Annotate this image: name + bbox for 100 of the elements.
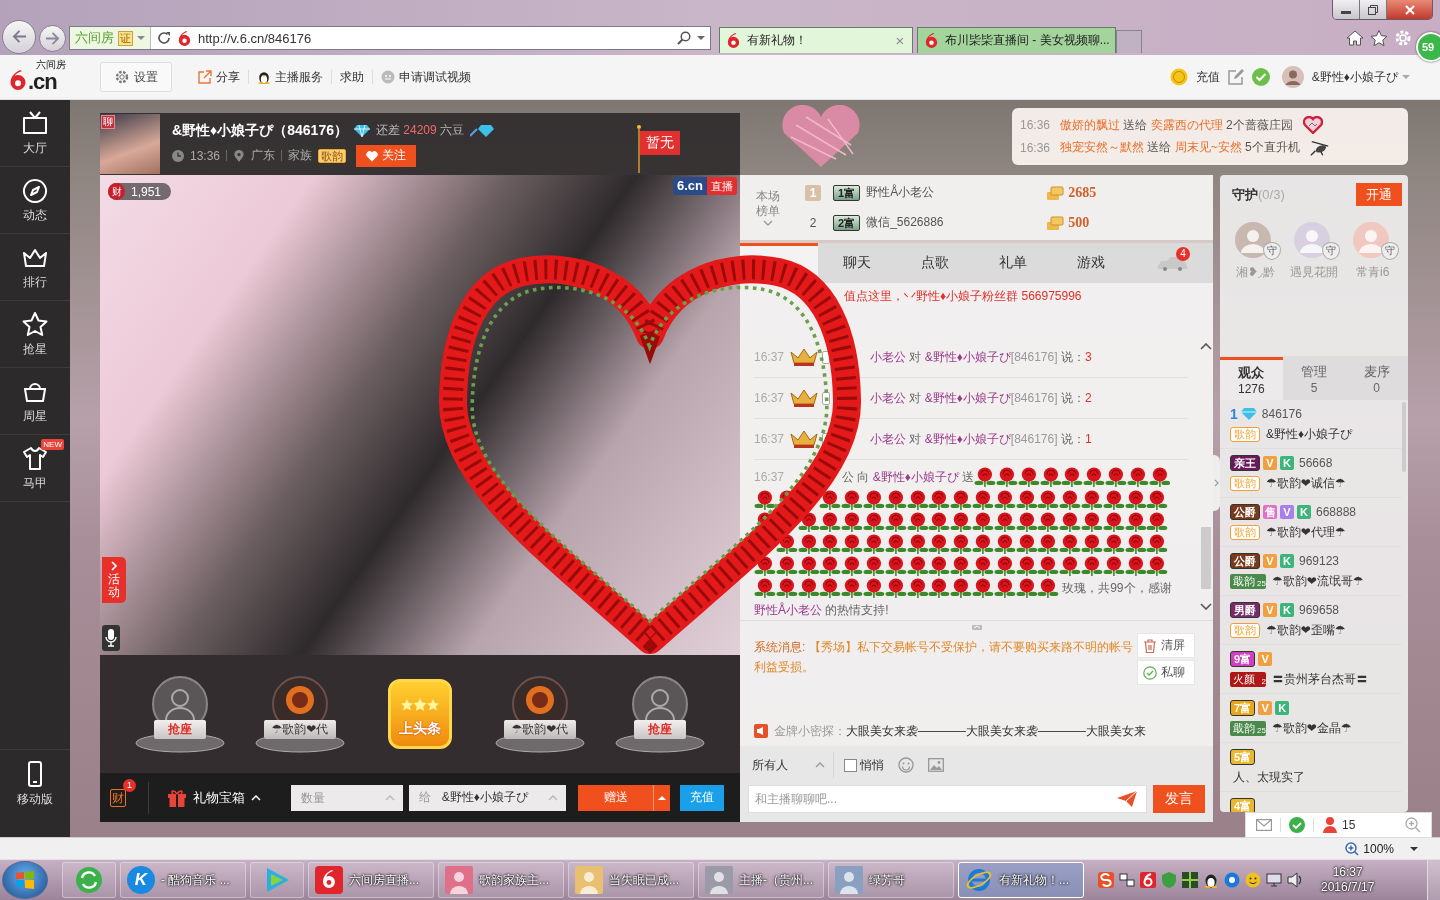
recharge-link[interactable]: 充值 <box>1195 68 1220 86</box>
private-chat-button[interactable]: 私聊 <box>1137 660 1195 685</box>
smiley-icon[interactable] <box>1245 872 1261 888</box>
refresh-icon[interactable] <box>157 31 171 45</box>
chat-tab[interactable]: 点歌 <box>896 243 974 283</box>
user-name[interactable]: 〓贵州茅台杰哥〓 <box>1272 670 1368 688</box>
person-icon[interactable] <box>1322 817 1338 833</box>
user-menu[interactable]: &野性♦小娘子ぴ <box>1311 68 1410 86</box>
avatar-icon[interactable] <box>1281 66 1304 88</box>
activity-tab[interactable]: 活动 <box>102 557 126 604</box>
edit-icon[interactable] <box>1227 69 1244 85</box>
follow-button[interactable]: 关注 <box>356 144 417 167</box>
family-level: 25 <box>1256 727 1266 735</box>
microphone-icon[interactable] <box>102 625 120 651</box>
send-options-button[interactable] <box>653 784 670 811</box>
sidebar-item[interactable]: 大厅 <box>0 100 70 167</box>
grid-icon[interactable] <box>1182 872 1198 888</box>
site-identity-button[interactable]: 六间房 证 <box>70 27 151 49</box>
taskbar-button[interactable]: K - 酷狗音乐 ... <box>120 862 246 898</box>
sidebar-item[interactable]: NEW 马甲 <box>0 435 70 502</box>
grip-icon[interactable] <box>971 624 982 630</box>
zoom-level[interactable]: 100% <box>1363 841 1394 856</box>
recipient-dropdown[interactable]: 给 &野性♦小娘子ぴ <box>409 784 566 811</box>
clear-screen-button[interactable]: 清屏 <box>1137 633 1195 658</box>
sidebar-item[interactable]: 周星 <box>0 368 70 435</box>
zoom-in-icon[interactable] <box>1405 817 1421 833</box>
rose-icon <box>1037 489 1060 510</box>
zoom-icon[interactable] <box>1345 841 1360 856</box>
penguin-icon[interactable] <box>1203 872 1219 888</box>
heart-icon <box>366 149 379 162</box>
rose-icon <box>1102 489 1125 510</box>
chat-tab[interactable]: 礼单 <box>974 243 1052 283</box>
emoji-icon[interactable] <box>898 757 914 773</box>
start-button[interactable] <box>2 861 48 899</box>
logo-icon[interactable] <box>1140 872 1156 888</box>
user-name[interactable]: ☂歌韵❤诚信☂ <box>1266 474 1346 492</box>
toolbar-link[interactable]: 求助 <box>340 68 364 86</box>
user-name[interactable]: ☂歌韵❤金晶☂ <box>1272 719 1352 737</box>
back-button[interactable] <box>2 19 36 54</box>
chat-tab[interactable]: 游戏 <box>1052 243 1130 283</box>
mobile-version-link[interactable]: 移动版 <box>0 749 70 819</box>
check-circle-icon[interactable] <box>1251 68 1270 86</box>
taskbar-button[interactable] <box>62 862 116 898</box>
user-name[interactable]: &野性♦小娘子ぴ <box>1266 425 1353 443</box>
caret-icon[interactable] <box>1410 846 1418 851</box>
send-gift-button[interactable]: 赠送 <box>578 784 653 811</box>
rose-icon <box>1015 533 1038 554</box>
check-circle-icon[interactable] <box>1289 817 1305 833</box>
sidebar-item[interactable]: 排行 <box>0 234 70 301</box>
minimize-icon <box>1341 11 1351 14</box>
monitor-icon[interactable] <box>1266 872 1282 888</box>
search-icon[interactable] <box>677 31 691 45</box>
forward-button[interactable] <box>39 24 66 52</box>
caret-icon[interactable] <box>697 36 705 40</box>
send-button[interactable]: 发言 <box>1153 785 1205 813</box>
whisper-label[interactable]: 悄悄 <box>860 756 884 774</box>
chevron-down-icon <box>762 219 773 226</box>
image-icon[interactable] <box>928 757 944 773</box>
gear-icon[interactable] <box>1394 29 1412 47</box>
address-bar[interactable]: 六间房 证 http://v.6.cn/846176 <box>69 26 711 50</box>
toolbar-link[interactable]: 申请调试视频 <box>381 68 471 86</box>
user-name[interactable]: ☂歌韵❤歪嘴☂ <box>1266 621 1346 639</box>
user-name[interactable]: ☂歌韵❤代理☂ <box>1266 523 1346 541</box>
quantity-field[interactable]: 数量 <box>291 784 403 811</box>
count-badge: 1 <box>123 778 136 792</box>
audience-tab[interactable]: 麦序 0 <box>1345 357 1408 400</box>
restore-button[interactable] <box>1360 0 1387 19</box>
toolbar-link[interactable]: 主播服务 <box>257 68 323 86</box>
gift-box-button[interactable]: 礼物宝箱 <box>167 788 261 807</box>
user-name[interactable]: 人、太現实了 <box>1233 768 1305 786</box>
scroll-down-icon[interactable] <box>1199 603 1212 610</box>
whisper-checkbox[interactable] <box>844 758 857 772</box>
swirl-icon[interactable] <box>1098 872 1114 888</box>
minimize-button[interactable] <box>1333 0 1360 19</box>
audience-dropdown[interactable]: 所有人 <box>748 752 834 778</box>
sidebar-item[interactable]: 动态 <box>0 167 70 234</box>
browser-tab[interactable]: 布川枈枈直播间 - 美女视频聊... <box>917 27 1116 53</box>
home-icon[interactable] <box>1346 29 1364 47</box>
browser-tab[interactable]: 有新礼物！ × <box>719 27 913 53</box>
chat-tab[interactable]: 聊天 <box>818 243 896 283</box>
scroll-thumb[interactable] <box>1200 527 1211 589</box>
audience-tab[interactable]: 观众 1276 <box>1220 357 1283 400</box>
chat-input-field[interactable]: 和主播聊聊吧... <box>748 785 1147 813</box>
audience-tab[interactable]: 管理 5 <box>1282 357 1346 400</box>
speaker-icon[interactable] <box>1287 872 1303 888</box>
mail-icon[interactable] <box>1256 817 1272 833</box>
car-icon[interactable] <box>1155 255 1188 271</box>
url-text: http://v.6.cn/846176 <box>198 30 313 46</box>
sidebar-item[interactable]: 抢星 <box>0 301 70 368</box>
toolbar-link[interactable]: 分享 <box>198 68 240 86</box>
close-button[interactable] <box>1387 0 1432 19</box>
star-icon[interactable] <box>1370 29 1388 47</box>
circle-icon[interactable] <box>1224 872 1240 888</box>
user-name[interactable]: ☂歌韵❤流氓哥☂ <box>1272 572 1364 590</box>
open-guardian-button[interactable]: 开通 <box>1356 183 1402 206</box>
rose-icon <box>1080 555 1103 576</box>
settings-button[interactable]: 设置 <box>100 62 172 92</box>
scroll-up-icon[interactable] <box>1199 343 1212 350</box>
network-icon[interactable] <box>1119 872 1135 888</box>
collapse-handle[interactable] <box>1213 455 1220 511</box>
